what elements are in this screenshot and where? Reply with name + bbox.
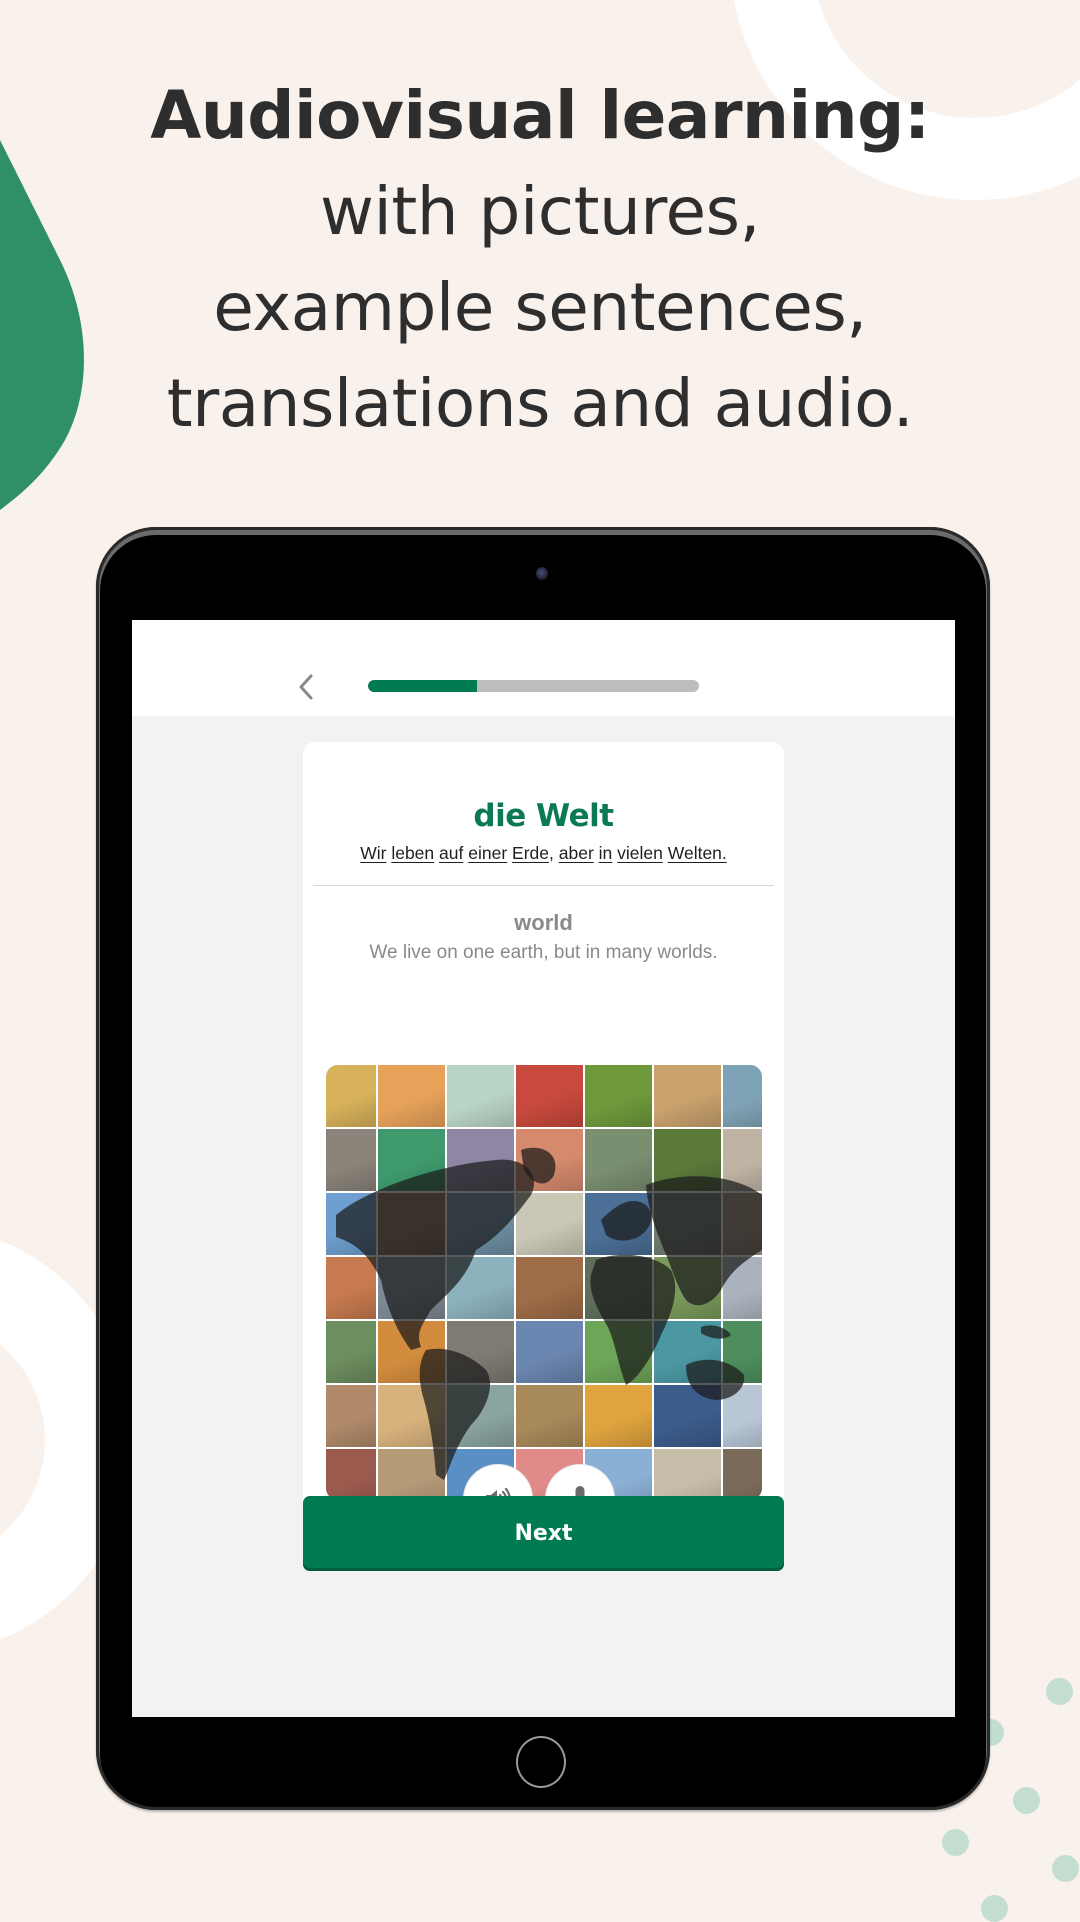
photo-tile (378, 1321, 445, 1383)
promo-headline: Audiovisual learning: with pictures, exa… (0, 68, 1080, 452)
photo-tile (654, 1321, 721, 1383)
photo-tile (378, 1449, 445, 1500)
next-button[interactable]: Next (303, 1496, 784, 1571)
photo-tile (585, 1129, 652, 1191)
photo-tile (723, 1257, 762, 1319)
lesson-progress-bar (368, 680, 699, 692)
card-divider (313, 885, 774, 886)
photo-tile (585, 1193, 652, 1255)
vocabulary-card: die Welt Wir leben auf einer Erde, aber … (303, 742, 784, 1567)
photo-tile (447, 1321, 514, 1383)
photo-tile (585, 1385, 652, 1447)
sentence-word[interactable]: vielen (617, 843, 663, 863)
decorative-dot (942, 1829, 969, 1856)
photo-tile (326, 1449, 376, 1500)
photo-tile (654, 1385, 721, 1447)
photo-tile (378, 1129, 445, 1191)
photo-tile (326, 1129, 376, 1191)
app-header (132, 620, 955, 716)
photo-tile (447, 1129, 514, 1191)
german-word: die Welt (473, 798, 614, 834)
home-button (516, 1736, 566, 1788)
photo-tile (516, 1321, 583, 1383)
photo-tile (447, 1193, 514, 1255)
headline-line: example sentences, (213, 269, 867, 346)
translation-sentence: We live on one earth, but in many worlds… (369, 942, 718, 963)
photo-tile (723, 1129, 762, 1191)
decorative-dot (981, 1895, 1008, 1922)
photo-tile (516, 1065, 583, 1127)
progress-fill (368, 680, 478, 692)
photo-tile (654, 1449, 721, 1500)
photo-tile (378, 1193, 445, 1255)
photo-tile (723, 1065, 762, 1127)
photo-tile (326, 1385, 376, 1447)
sentence-word[interactable]: aber (559, 843, 594, 863)
photo-tile (378, 1257, 445, 1319)
photo-tile (326, 1065, 376, 1127)
photo-tile (326, 1193, 376, 1255)
tablet-device-frame: die Welt Wir leben auf einer Erde, aber … (96, 527, 990, 1810)
headline-line: with pictures, (320, 173, 760, 250)
photo-tile (516, 1193, 583, 1255)
photo-tile (516, 1385, 583, 1447)
sentence-word[interactable]: Welten. (668, 843, 727, 863)
photo-tile (723, 1193, 762, 1255)
photo-tile (585, 1257, 652, 1319)
app-screen: die Welt Wir leben auf einer Erde, aber … (132, 620, 955, 1717)
decorative-dot (1052, 1855, 1079, 1882)
photo-tile (516, 1257, 583, 1319)
translation-word: world (514, 910, 573, 935)
photo-tile (447, 1065, 514, 1127)
photo-tile (585, 1065, 652, 1127)
photo-tile (378, 1385, 445, 1447)
photo-tile (723, 1385, 762, 1447)
photo-tile (654, 1065, 721, 1127)
decorative-dot (1046, 1678, 1073, 1705)
headline-bold-line: Audiovisual learning: (150, 77, 930, 154)
photo-tile (447, 1257, 514, 1319)
photo-tile (723, 1321, 762, 1383)
word-illustration-collage (326, 1065, 762, 1500)
photo-tile (447, 1385, 514, 1447)
sentence-word[interactable]: Wir (360, 843, 386, 863)
photo-tile (654, 1193, 721, 1255)
german-example-sentence: Wir leben auf einer Erde, aber in vielen… (360, 843, 727, 863)
photo-tile (516, 1129, 583, 1191)
back-button[interactable] (294, 672, 318, 702)
photo-tile (654, 1257, 721, 1319)
front-camera (536, 567, 548, 580)
photo-tile (378, 1065, 445, 1127)
headline-line: translations and audio. (166, 365, 914, 442)
photo-tile (585, 1321, 652, 1383)
photo-tile (326, 1321, 376, 1383)
decorative-dot (1013, 1787, 1040, 1814)
photo-tile (326, 1257, 376, 1319)
sentence-word[interactable]: in (599, 843, 613, 863)
sentence-word[interactable]: Erde (512, 843, 549, 863)
photo-tile (654, 1129, 721, 1191)
sentence-word[interactable]: auf (439, 843, 463, 863)
sentence-word[interactable]: einer (468, 843, 507, 863)
sentence-word[interactable]: leben (391, 843, 434, 863)
chevron-left-icon (299, 674, 313, 700)
photo-tile (723, 1449, 762, 1500)
